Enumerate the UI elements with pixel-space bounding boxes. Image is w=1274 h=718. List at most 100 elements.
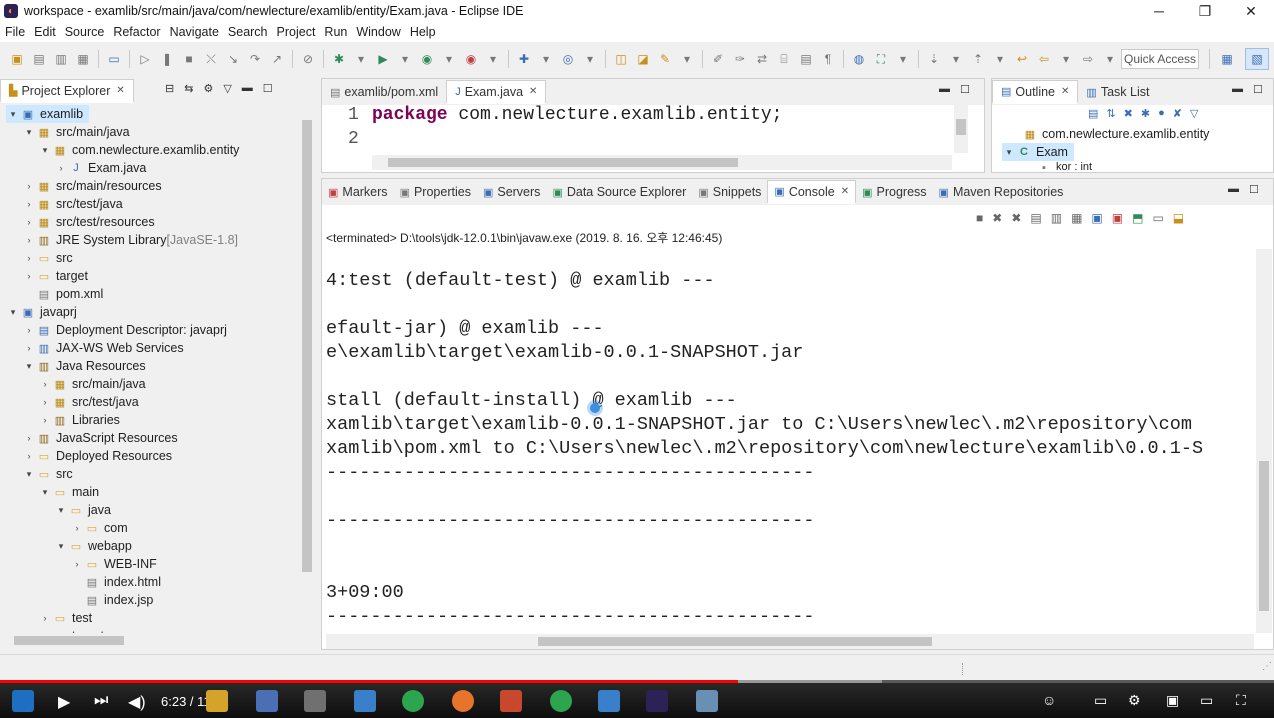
show-on-stderr-icon[interactable]: ▣ (1112, 211, 1123, 225)
minimize-editor-icon[interactable]: ▬ (939, 83, 950, 96)
print-icon[interactable]: ▦ (75, 51, 91, 67)
tree-item[interactable]: › ▭ src (22, 249, 73, 267)
expand-arrow-icon[interactable]: › (22, 325, 36, 335)
terminal-dropdown-icon[interactable]: ▾ (895, 51, 911, 67)
tab-project-explorer[interactable]: ▙ Project Explorer ✕ (0, 79, 134, 103)
menu-item-refactor[interactable]: Refactor (112, 25, 168, 39)
expand-arrow-icon[interactable]: › (22, 433, 36, 443)
outline-tab[interactable]: ▤ Outline ✕ (992, 80, 1079, 104)
external-tools-icon[interactable]: ◉ (463, 51, 479, 67)
console-view-icon[interactable]: ▭ (106, 51, 122, 67)
console-tab[interactable]: ▣ Servers (477, 180, 546, 204)
minimize-outline-icon[interactable]: ▬ (1232, 83, 1243, 96)
maximize-editor-icon[interactable]: ☐ (960, 83, 970, 96)
project-tree-hscroll[interactable] (0, 633, 298, 648)
word-wrap-console-icon[interactable]: ▦ (1071, 211, 1082, 225)
console-tab[interactable]: ▣ Data Source Explorer (546, 180, 692, 204)
open-task-icon[interactable]: ◪ (635, 51, 651, 67)
tree-item[interactable]: › ▭ com (70, 519, 128, 537)
menu-item-edit[interactable]: Edit (33, 25, 64, 39)
remove-all-icon[interactable]: ✖ (1011, 211, 1021, 225)
display-console-icon[interactable]: ▭ (1152, 211, 1163, 225)
outline-menu-icon[interactable]: ▽ (1190, 107, 1198, 120)
expand-arrow-icon[interactable]: › (54, 163, 68, 173)
prev-annotation-icon[interactable]: ⇡ (970, 51, 986, 67)
expand-arrow-icon[interactable]: ▾ (6, 307, 20, 318)
editor-hscroll[interactable] (372, 155, 952, 170)
console-vscroll[interactable] (1256, 249, 1272, 633)
chrome-second-icon[interactable] (550, 690, 572, 712)
new-class-icon[interactable]: ◎ (560, 51, 576, 67)
expand-arrow-icon[interactable]: ▾ (1002, 147, 1016, 158)
expand-arrow-icon[interactable]: › (22, 343, 36, 353)
tree-item[interactable]: › ▥ Libraries (38, 411, 120, 429)
maximize-outline-icon[interactable]: ☐ (1253, 83, 1263, 96)
last-edit-icon[interactable]: ↩ (1014, 51, 1030, 67)
tree-item[interactable]: › ▭ test (38, 609, 93, 627)
show-on-stdout-icon[interactable]: ▣ (1091, 211, 1102, 225)
disconnect-icon[interactable]: ⤬ (203, 51, 219, 67)
store-icon[interactable] (256, 690, 278, 712)
terminate-icon[interactable]: ■ (181, 51, 197, 67)
expand-arrow-icon[interactable]: ▾ (22, 127, 36, 138)
menu-item-search[interactable]: Search (227, 25, 276, 39)
start-icon[interactable] (12, 690, 34, 712)
sort-icon[interactable]: ⇅ (1106, 107, 1115, 120)
project-tree-vscroll[interactable] (299, 104, 315, 632)
minimize-console-icon[interactable]: ▬ (1228, 183, 1239, 196)
debug-dropdown-icon[interactable]: ▾ (353, 51, 369, 67)
editor-tab[interactable]: ▤ examlib/pom.xml (322, 80, 446, 104)
menu-item-file[interactable]: File (4, 25, 33, 39)
menu-item-window[interactable]: Window (355, 25, 408, 39)
new-project-dropdown-icon[interactable]: ▾ (538, 51, 554, 67)
prev-annotation-dropdown-icon[interactable]: ▾ (992, 51, 1008, 67)
next-annotation-icon[interactable]: ⇣ (926, 51, 942, 67)
expand-arrow-icon[interactable]: ▾ (6, 109, 20, 120)
video-progress-bar[interactable] (0, 680, 1274, 683)
link-editor-icon[interactable]: ⇆ (184, 82, 193, 95)
toggle-mark-icon[interactable]: ✑ (732, 51, 748, 67)
miniplayer-icon[interactable]: ▣ (1166, 692, 1179, 709)
restore-button[interactable]: ❐ (1182, 0, 1228, 22)
open-console-icon[interactable]: ⬓ (1173, 211, 1184, 225)
expand-arrow-icon[interactable]: ▾ (38, 145, 52, 156)
volume-icon[interactable]: ◀) (128, 692, 146, 712)
menu-item-navigate[interactable]: Navigate (169, 25, 227, 39)
code-editor[interactable]: 1 package com.newlecture.examlib.entity; 2 (322, 103, 962, 159)
expand-arrow-icon[interactable]: ▾ (54, 541, 68, 552)
console-hscroll[interactable] (326, 634, 1254, 649)
expand-arrow-icon[interactable]: › (70, 523, 84, 533)
console-output[interactable]: 4:test (default-test) @ examlib --- efaul… (326, 253, 1258, 629)
tree-item[interactable]: › ▦ src/test/java (38, 393, 139, 411)
forward-dropdown-icon[interactable]: ▾ (1102, 51, 1118, 67)
tree-item[interactable]: ▾ ▭ src (22, 465, 73, 483)
expand-arrow-icon[interactable]: ▾ (54, 505, 68, 516)
fullscreen-icon[interactable]: ⛶ (1236, 692, 1246, 709)
close-icon[interactable]: ✕ (116, 85, 124, 96)
pilcrow-icon[interactable]: ¶ (820, 51, 836, 67)
tree-item[interactable]: › ▦ src/main/resources (22, 177, 162, 195)
tree-item[interactable]: ▾ ▦ src/main/java (22, 123, 130, 141)
expand-arrow-icon[interactable]: › (38, 379, 52, 389)
save-all-icon[interactable]: ▥ (53, 51, 69, 67)
outline-item[interactable]: ▦ com.newlecture.examlib.entity (1022, 125, 1210, 143)
expand-arrow-icon[interactable]: › (22, 217, 36, 227)
pin-console-icon[interactable]: ⬒ (1132, 211, 1143, 225)
expand-arrow-icon[interactable]: › (38, 613, 52, 623)
tree-item[interactable]: ›▭ target (22, 267, 88, 285)
back-dropdown-icon[interactable]: ▾ (1058, 51, 1074, 67)
hide-nonpublic-icon[interactable]: ● (1158, 107, 1165, 120)
back-icon[interactable]: ⇦ (1036, 51, 1052, 67)
java-ee-perspective-icon[interactable]: ▧ (1245, 48, 1269, 70)
console-tab[interactable]: ▣ Console ✕ (767, 180, 857, 204)
settings-icon[interactable]: ⚙ (1128, 692, 1141, 709)
debug-icon[interactable]: ✱ (331, 51, 347, 67)
firefox-icon[interactable] (452, 690, 474, 712)
external-dropdown-icon[interactable]: ▾ (485, 51, 501, 67)
tree-item[interactable]: › ▥ JavaScript Resources (22, 429, 178, 447)
step-return-icon[interactable]: ↗ (269, 51, 285, 67)
close-icon[interactable]: ✕ (1061, 86, 1069, 97)
save-icon[interactable]: ▤ (31, 51, 47, 67)
console-tab[interactable]: ▣ Maven Repositories (933, 180, 1070, 204)
next-icon[interactable]: ⏭ (94, 692, 108, 710)
